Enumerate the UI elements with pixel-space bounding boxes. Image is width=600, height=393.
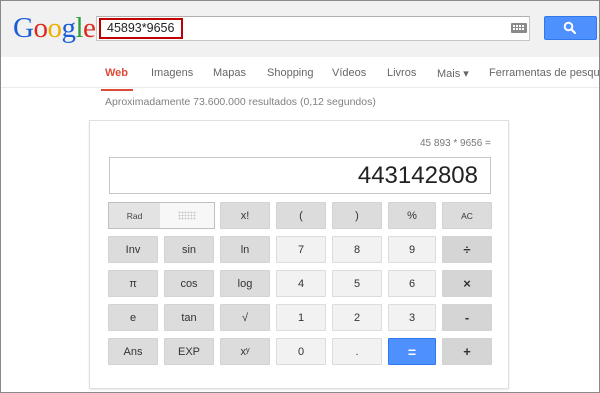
ln-key[interactable]: ln — [220, 236, 270, 263]
tab-shopping[interactable]: Shopping — [267, 67, 314, 79]
log-key[interactable]: log — [220, 270, 270, 297]
tab-books[interactable]: Livros — [387, 67, 416, 79]
decimal-key[interactable]: . — [332, 338, 382, 365]
calculator-result: 443142808 — [357, 162, 478, 189]
tab-images[interactable]: Imagens — [151, 67, 193, 79]
tab-web[interactable]: Web — [105, 67, 128, 79]
left-paren-key[interactable]: ( — [276, 202, 326, 229]
search-box[interactable]: 45893*9656 — [96, 16, 530, 41]
minus-key[interactable]: - — [442, 304, 492, 331]
logo-letter: G — [13, 12, 34, 44]
angle-mode-toggle: Rad — [108, 202, 215, 229]
tan-key[interactable]: tan — [164, 304, 214, 331]
search-header: Google 45893*9656 — [1, 1, 599, 58]
tab-more[interactable]: Mais ▾ — [437, 67, 469, 80]
result-stats: Aproximadamente 73.600.000 resultados (0… — [105, 96, 376, 108]
logo-letter: e — [83, 12, 96, 44]
browser-frame: Google 45893*9656 Web Imagens Mapas Shop… — [0, 0, 600, 393]
active-tab-indicator — [101, 89, 133, 91]
digit-4-key[interactable]: 4 — [276, 270, 326, 297]
all-clear-key[interactable]: AC — [442, 202, 492, 229]
digit-1-key[interactable]: 1 — [276, 304, 326, 331]
search-tabs: Web Imagens Mapas Shopping Vídeos Livros… — [1, 57, 599, 88]
logo-letter: o — [47, 12, 62, 44]
digit-0-key[interactable]: 0 — [276, 338, 326, 365]
digit-5-key[interactable]: 5 — [332, 270, 382, 297]
euler-key[interactable]: e — [108, 304, 158, 331]
deg-placeholder-dots — [178, 211, 196, 220]
digit-6-key[interactable]: 6 — [388, 270, 436, 297]
exp-key[interactable]: EXP — [164, 338, 214, 365]
equals-key[interactable]: = — [388, 338, 436, 365]
sqrt-key[interactable]: √ — [220, 304, 270, 331]
digit-9-key[interactable]: 9 — [388, 236, 436, 263]
plus-key[interactable]: + — [442, 338, 492, 365]
pi-key[interactable]: π — [108, 270, 158, 297]
calculator-display: 443142808 — [109, 157, 491, 194]
digit-7-key[interactable]: 7 — [276, 236, 326, 263]
tab-videos[interactable]: Vídeos — [332, 67, 366, 79]
power-key[interactable]: xʸ — [220, 338, 270, 365]
google-logo[interactable]: Google — [13, 11, 96, 45]
divide-key[interactable]: ÷ — [442, 236, 492, 263]
sin-key[interactable]: sin — [164, 236, 214, 263]
keyboard-icon[interactable] — [511, 23, 527, 33]
multiply-key[interactable]: × — [442, 270, 492, 297]
right-paren-key[interactable]: ) — [332, 202, 382, 229]
search-button[interactable] — [544, 16, 597, 40]
digit-8-key[interactable]: 8 — [332, 236, 382, 263]
digit-3-key[interactable]: 3 — [388, 304, 436, 331]
percent-key[interactable]: % — [388, 202, 436, 229]
deg-button[interactable] — [160, 203, 214, 228]
search-input[interactable]: 45893*9656 — [99, 18, 183, 39]
factorial-key[interactable]: x! — [220, 202, 270, 229]
logo-letter: l — [75, 12, 84, 44]
answer-key[interactable]: Ans — [108, 338, 158, 365]
logo-letter: o — [33, 12, 48, 44]
search-icon — [563, 21, 577, 35]
logo-letter: g — [61, 12, 76, 44]
rad-button[interactable]: Rad — [109, 203, 160, 228]
tab-maps[interactable]: Mapas — [213, 67, 246, 79]
tab-search-tools[interactable]: Ferramentas de pesquisa — [489, 67, 599, 79]
calculator-expression: 45 893 * 9656 = — [420, 138, 491, 149]
cos-key[interactable]: cos — [164, 270, 214, 297]
digit-2-key[interactable]: 2 — [332, 304, 382, 331]
inverse-key[interactable]: Inv — [108, 236, 158, 263]
